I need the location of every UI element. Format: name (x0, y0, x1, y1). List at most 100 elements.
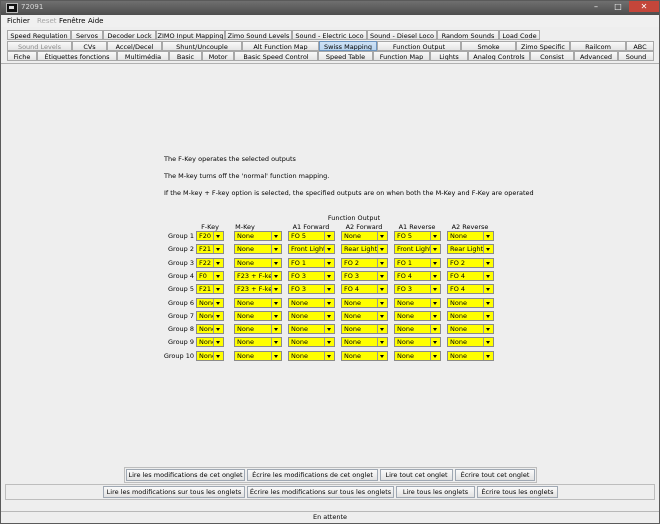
chevron-down-icon[interactable] (377, 312, 387, 320)
chevron-down-icon[interactable] (483, 272, 493, 280)
chevron-down-icon[interactable] (213, 338, 223, 346)
a1-forward-select[interactable]: FO 3 (288, 284, 335, 294)
tab-basic-speed-control[interactable]: Basic Speed Control (234, 51, 318, 61)
chevron-down-icon[interactable] (483, 232, 493, 240)
a1-forward-select[interactable]: None (288, 298, 335, 308)
chevron-down-icon[interactable] (483, 245, 493, 253)
a1-forward-select[interactable]: FO 1 (288, 258, 335, 268)
chevron-down-icon[interactable] (324, 325, 334, 333)
tab-cvs[interactable]: CVs (72, 41, 107, 51)
chevron-down-icon[interactable] (430, 245, 440, 253)
tab-multimedia[interactable]: Multimédia (117, 51, 169, 61)
minimize-button[interactable]: – (585, 1, 607, 12)
a2-reverse-select[interactable]: None (447, 351, 494, 361)
a1-forward-select[interactable]: FO 3 (288, 271, 335, 281)
fkey-select[interactable]: None (196, 337, 224, 347)
chevron-down-icon[interactable] (271, 285, 281, 293)
tab-swiss-mapping[interactable]: Swiss Mapping (319, 41, 377, 51)
tab-servos[interactable]: Servos (71, 30, 103, 40)
fkey-select[interactable]: F21 (196, 284, 224, 294)
chevron-down-icon[interactable] (324, 272, 334, 280)
mkey-select[interactable]: None (234, 337, 282, 347)
chevron-down-icon[interactable] (430, 232, 440, 240)
a1-forward-select[interactable]: FO 5 (288, 231, 335, 241)
chevron-down-icon[interactable] (430, 285, 440, 293)
a2-forward-select[interactable]: None (341, 324, 388, 334)
a1-forward-select[interactable]: None (288, 324, 335, 334)
tab-load-code[interactable]: Load Code (499, 30, 540, 40)
fkey-select[interactable]: F0 (196, 271, 224, 281)
write-changes-tab-button[interactable]: Écrire les modifications de cet onglet (247, 469, 378, 481)
tab-function-map[interactable]: Function Map (373, 51, 430, 61)
chevron-down-icon[interactable] (430, 272, 440, 280)
chevron-down-icon[interactable] (377, 299, 387, 307)
chevron-down-icon[interactable] (213, 272, 223, 280)
chevron-down-icon[interactable] (213, 352, 223, 360)
chevron-down-icon[interactable] (377, 325, 387, 333)
chevron-down-icon[interactable] (271, 325, 281, 333)
a2-reverse-select[interactable]: FO 4 (447, 271, 494, 281)
a2-forward-select[interactable]: FO 2 (341, 258, 388, 268)
tab-shunt-uncouple[interactable]: Shunt/Uncouple (162, 41, 242, 51)
close-button[interactable]: ✕ (629, 1, 659, 12)
tab-analog-controls[interactable]: Analog Controls (468, 51, 530, 61)
tab-abc[interactable]: ABC (626, 41, 654, 51)
tab-alt-function-map[interactable]: Alt Function Map (242, 41, 319, 51)
fkey-select[interactable]: None (196, 324, 224, 334)
tab-random-sounds[interactable]: Random Sounds (437, 30, 499, 40)
chevron-down-icon[interactable] (430, 312, 440, 320)
chevron-down-icon[interactable] (271, 272, 281, 280)
mkey-select[interactable]: None (234, 231, 282, 241)
chevron-down-icon[interactable] (430, 259, 440, 267)
chevron-down-icon[interactable] (483, 299, 493, 307)
chevron-down-icon[interactable] (213, 245, 223, 253)
mkey-select[interactable]: F23 + F-key (234, 284, 282, 294)
chevron-down-icon[interactable] (271, 312, 281, 320)
a2-forward-select[interactable]: None (341, 337, 388, 347)
a2-reverse-select[interactable]: None (447, 231, 494, 241)
chevron-down-icon[interactable] (430, 352, 440, 360)
chevron-down-icon[interactable] (377, 338, 387, 346)
a2-reverse-select[interactable]: None (447, 298, 494, 308)
mkey-select[interactable]: None (234, 351, 282, 361)
chevron-down-icon[interactable] (271, 352, 281, 360)
mkey-select[interactable]: None (234, 298, 282, 308)
a2-reverse-select[interactable]: FO 4 (447, 284, 494, 294)
tab-fiche[interactable]: Fiche (7, 51, 37, 61)
chevron-down-icon[interactable] (430, 325, 440, 333)
a1-forward-select[interactable]: Front Light (288, 244, 335, 254)
chevron-down-icon[interactable] (324, 245, 334, 253)
chevron-down-icon[interactable] (483, 285, 493, 293)
chevron-down-icon[interactable] (377, 352, 387, 360)
a2-forward-select[interactable]: FO 4 (341, 284, 388, 294)
tab-consist[interactable]: Consist (530, 51, 574, 61)
read-all-tabs-button[interactable]: Lire tous les onglets (396, 486, 475, 498)
tab-zimo-sound-levels[interactable]: Zimo Sound Levels (225, 30, 292, 40)
tab-advanced[interactable]: Advanced (574, 51, 618, 61)
chevron-down-icon[interactable] (430, 299, 440, 307)
tab-etiquettes-fonctions[interactable]: Étiquettes fonctions (37, 51, 117, 61)
chevron-down-icon[interactable] (483, 352, 493, 360)
chevron-down-icon[interactable] (271, 259, 281, 267)
a1-forward-select[interactable]: None (288, 351, 335, 361)
a1-reverse-select[interactable]: None (394, 311, 441, 321)
tab-sound-diesel-loco[interactable]: Sound - Diesel Loco (367, 30, 437, 40)
tab-sound[interactable]: Sound (618, 51, 654, 61)
chevron-down-icon[interactable] (324, 312, 334, 320)
a1-reverse-select[interactable]: FO 1 (394, 258, 441, 268)
write-changes-all-tabs-button[interactable]: Écrire les modifications sur tous les on… (247, 486, 394, 498)
a2-reverse-select[interactable]: None (447, 324, 494, 334)
mkey-select[interactable]: None (234, 244, 282, 254)
fkey-select[interactable]: None (196, 298, 224, 308)
a2-forward-select[interactable]: None (341, 231, 388, 241)
chevron-down-icon[interactable] (324, 352, 334, 360)
chevron-down-icon[interactable] (213, 325, 223, 333)
tab-function-output[interactable]: Function Output (377, 41, 461, 51)
chevron-down-icon[interactable] (271, 299, 281, 307)
a2-reverse-select[interactable]: None (447, 311, 494, 321)
tab-speed-regulation[interactable]: Speed Regulation (7, 30, 71, 40)
a2-forward-select[interactable]: Rear Light (341, 244, 388, 254)
chevron-down-icon[interactable] (213, 259, 223, 267)
menu-fichier[interactable]: Fichier (7, 17, 30, 25)
a1-forward-select[interactable]: None (288, 311, 335, 321)
